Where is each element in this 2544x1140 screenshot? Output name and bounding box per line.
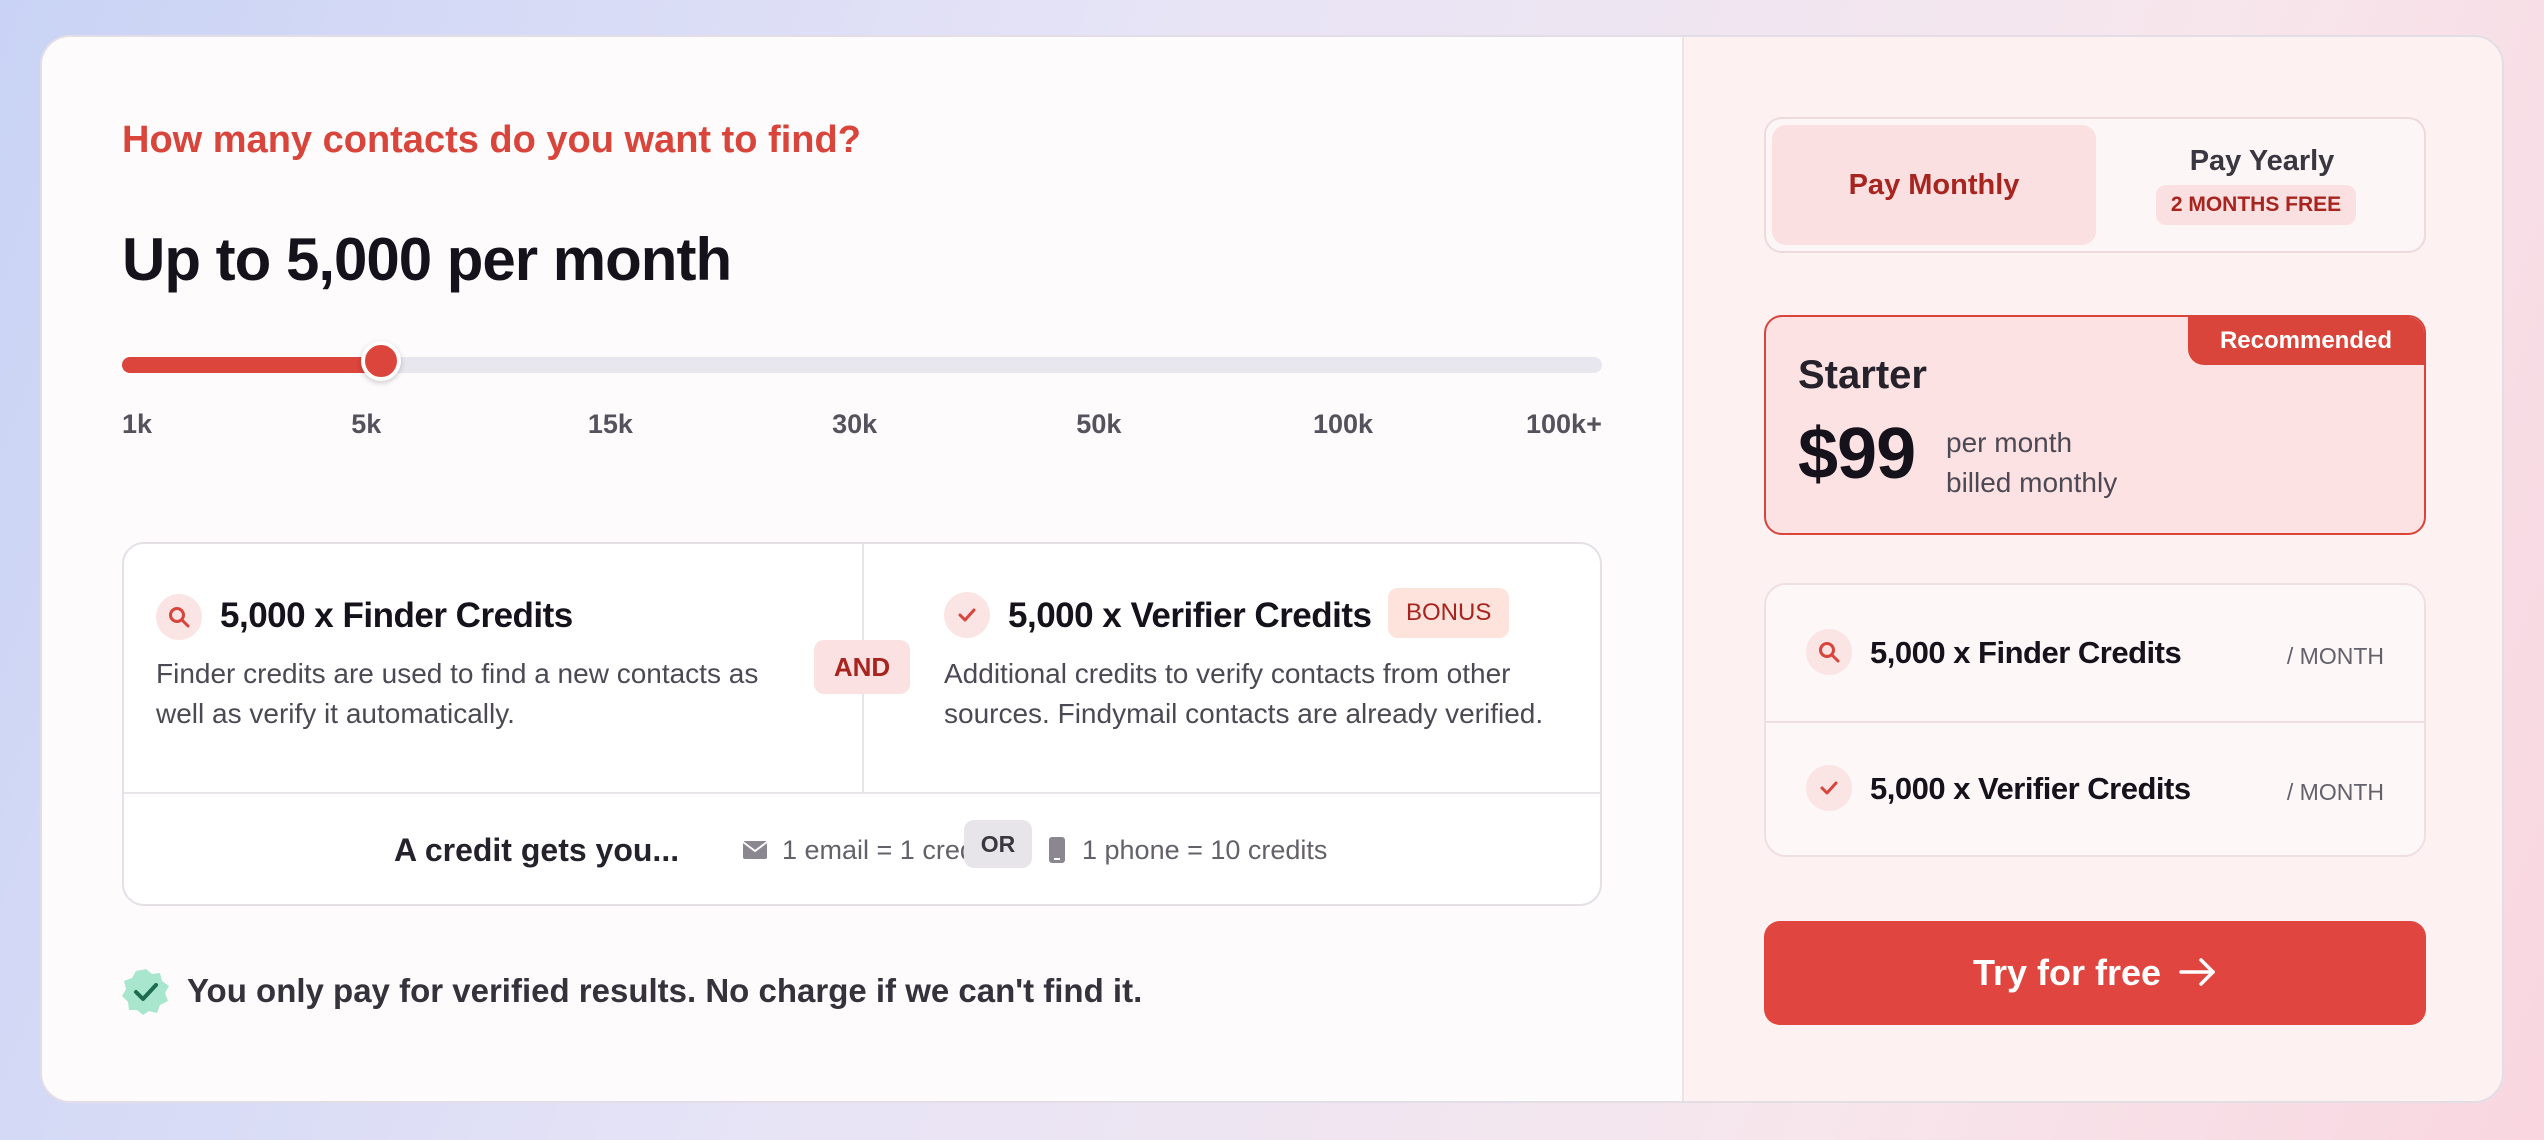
pay-yearly-label[interactable]: Pay Yearly [2102,145,2422,178]
credits-breakdown: 5,000 x Finder Credits Finder credits ar… [122,542,1602,906]
summary-verifier-unit: / MONTH [2286,779,2384,805]
pricing-card: How many contacts do you want to find? U… [40,35,2504,1103]
verified-check-icon [122,969,169,1015]
search-icon [156,594,202,640]
list-item: 5,000 x Verifier Credits / MONTH [1766,721,2424,857]
summary-finder-unit: / MONTH [2286,643,2384,669]
or-badge: OR [964,820,1032,868]
two-months-free-badge: 2 MONTHS FREE [2156,185,2356,225]
arrow-right-icon [2179,958,2215,987]
pay-monthly-option[interactable]: Pay Monthly [1772,125,2096,245]
summary-verifier-title: 5,000 x Verifier Credits [1870,771,2191,806]
check-icon [944,592,990,638]
billed-monthly-label: billed monthly [1946,467,2118,498]
volume-slider[interactable] [122,341,1602,381]
slider-tick-label[interactable]: 100k+ [1526,409,1602,440]
list-item: 5,000 x Finder Credits / MONTH [1766,585,2424,721]
billing-toggle[interactable]: Pay Monthly Pay Yearly 2 MONTHS FREE [1764,117,2426,253]
volume-headline: Up to 5,000 per month [122,226,732,293]
finder-credits-description: Finder credits are used to find a new co… [156,658,759,729]
summary-finder-title: 5,000 x Finder Credits [1870,635,2182,670]
question-heading: How many contacts do you want to find? [122,119,861,161]
slider-fill [122,357,381,373]
verifier-credits-title: 5,000 x Verifier Credits [1008,596,1372,635]
slider-handle[interactable] [361,341,401,381]
phone-credit-value: 1 phone = 10 credits [1082,835,1328,865]
plan-summary-panel: Pay Monthly Pay Yearly 2 MONTHS FREE Rec… [1682,37,2502,1101]
slider-tick-label[interactable]: 50k [1076,409,1121,440]
slider-tick-label[interactable]: 5k [351,409,381,440]
envelope-icon [742,840,768,865]
slider-tick-label[interactable]: 100k [1313,409,1373,440]
credit-selector-panel: How many contacts do you want to find? U… [42,37,1682,1101]
starter-plan-card: Recommended Starter $99 per month billed… [1764,315,2426,535]
phone-icon [1048,836,1066,869]
slider-tick-label[interactable]: 1k [122,409,152,440]
and-badge: AND [814,640,910,694]
verifier-credits-description: Additional credits to verify contacts fr… [944,658,1544,729]
guarantee-text: You only pay for verified results. No ch… [187,972,1143,1009]
credit-gets-label: A credit gets you... [394,832,680,868]
finder-credits-title: 5,000 x Finder Credits [220,596,573,635]
per-month-label: per month [1946,427,2073,458]
slider-tick-label[interactable]: 30k [832,409,877,440]
cta-label: Try for free [1972,952,2162,993]
plan-name: Starter [1798,353,1927,397]
email-credit-value: 1 email = 1 credit [782,835,989,865]
plan-includes-list: 5,000 x Finder Credits / MONTH 5,000 x V… [1764,583,2426,857]
recommended-badge: Recommended [2188,317,2424,365]
credit-conversion-row: A credit gets you... 1 email = 1 credit … [124,794,1600,906]
check-icon [1806,765,1852,811]
bonus-badge: BONUS [1388,588,1510,638]
try-for-free-button[interactable]: Try for free [1764,921,2426,1025]
plan-price: $99 [1798,414,1916,494]
search-icon [1806,629,1852,675]
slider-tick-label[interactable]: 15k [588,409,633,440]
billing-period: per month billed monthly [1946,423,2117,503]
